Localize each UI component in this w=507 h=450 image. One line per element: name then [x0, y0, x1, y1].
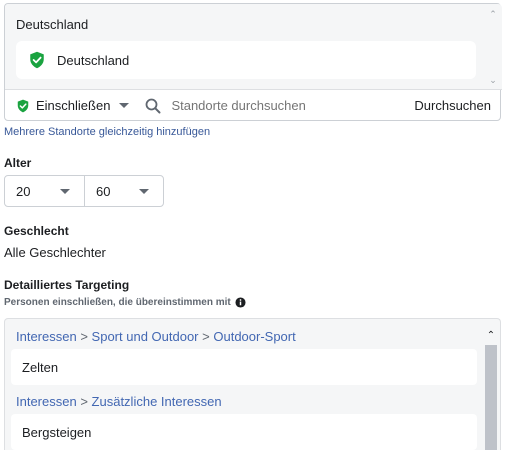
location-country-label: Deutschland	[16, 17, 89, 32]
add-multiple-locations-link[interactable]: Mehrere Standorte gleichzeitig hinzufüge…	[4, 126, 210, 138]
targeting-scrollbar[interactable]: ⌃	[484, 325, 498, 450]
targeting-item-label: Bergsteigen	[22, 424, 92, 440]
include-pin-icon	[17, 99, 29, 112]
targeting-item[interactable]: Zelten	[11, 349, 477, 385]
include-label: Einschließen	[36, 98, 111, 113]
targeting-item-label: Zelten	[22, 359, 59, 375]
scroll-down-icon[interactable]: ⌄	[487, 74, 499, 86]
path-link[interactable]: Sport und Outdoor	[92, 329, 199, 344]
chevron-down-icon	[60, 189, 70, 194]
path-separator: >	[80, 394, 88, 409]
path-separator: >	[202, 329, 210, 344]
chevron-down-icon	[139, 189, 149, 194]
targeting-item[interactable]: Bergsteigen	[11, 414, 477, 450]
scrollbar-thumb[interactable]	[485, 345, 497, 450]
location-controls: Einschließen Durchsuchen	[5, 90, 502, 121]
age-min-value: 20	[16, 183, 31, 199]
scroll-up-icon[interactable]: ⌃	[487, 8, 499, 20]
path-link[interactable]: Interessen	[16, 394, 77, 409]
gender-value[interactable]: Alle Geschlechter	[4, 245, 106, 260]
include-dropdown[interactable]: Einschließen	[16, 98, 130, 113]
chevron-up-icon[interactable]: ⌃	[484, 329, 498, 343]
path-link[interactable]: Interessen	[16, 329, 77, 344]
location-pin-icon	[30, 51, 44, 69]
chevron-down-icon	[119, 103, 130, 108]
age-selector: 20 60	[4, 175, 164, 207]
targeting-box: Interessen > Sport und Outdoor > Outdoor…	[4, 318, 501, 450]
search-icon	[146, 98, 161, 113]
targeting-title: Detailliertes Targeting	[4, 278, 130, 292]
targeting-path: Interessen > Sport und Outdoor > Outdoor…	[16, 329, 296, 344]
path-separator: >	[80, 329, 88, 344]
targeting-path: Interessen > Zusätzliche Interessen	[16, 394, 222, 409]
location-box: Deutschland Deutschland ⌃ ⌄ Einschließen	[4, 3, 502, 121]
location-search-input[interactable]	[171, 98, 415, 113]
targeting-subtitle: Personen einschließen, die übereinstimme…	[4, 297, 246, 308]
age-title: Alter	[4, 156, 32, 170]
age-max-value: 60	[96, 183, 111, 199]
age-max-select[interactable]: 60	[84, 176, 163, 206]
location-list: Deutschland Deutschland ⌃ ⌄	[5, 4, 502, 90]
path-link[interactable]: Outdoor-Sport	[213, 329, 295, 344]
location-selected-label: Deutschland	[57, 52, 130, 68]
browse-button[interactable]: Durchsuchen	[414, 98, 491, 113]
info-icon[interactable]	[235, 297, 246, 308]
targeting-subtitle-text: Personen einschließen, die übereinstimme…	[4, 297, 231, 308]
path-link[interactable]: Zusätzliche Interessen	[92, 394, 222, 409]
location-scrollbar[interactable]: ⌃ ⌄	[487, 8, 499, 86]
location-selected-item[interactable]: Deutschland	[16, 41, 476, 79]
age-min-select[interactable]: 20	[5, 176, 84, 206]
gender-title: Geschlecht	[4, 224, 69, 238]
